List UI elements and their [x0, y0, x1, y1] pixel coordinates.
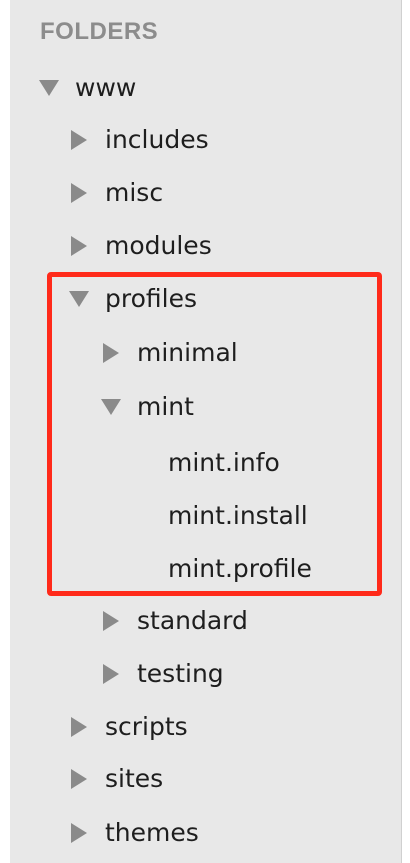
tree-item-minimal[interactable]: minimal — [98, 326, 238, 379]
disclosure-expanded-icon[interactable] — [66, 286, 92, 312]
tree-item-profiles[interactable]: profiles — [66, 272, 197, 325]
tree-item-includes[interactable]: includes — [66, 113, 209, 166]
tree-item-sites[interactable]: sites — [66, 752, 163, 805]
tree-item-label: themes — [105, 818, 199, 847]
tree-item-label: scripts — [105, 712, 188, 741]
disclosure-collapsed-icon[interactable] — [66, 233, 92, 259]
folders-sidebar: FOLDERS www includes misc modules profil… — [10, 0, 402, 863]
tree-item-mint-info[interactable]: mint.info — [168, 436, 280, 489]
tree-item-misc[interactable]: misc — [66, 166, 163, 219]
tree-item-mint-profile[interactable]: mint.profile — [168, 542, 312, 595]
tree-item-scripts[interactable]: scripts — [66, 700, 188, 753]
disclosure-collapsed-icon[interactable] — [66, 820, 92, 846]
tree-item-standard[interactable]: standard — [98, 594, 248, 647]
tree-item-www[interactable]: www — [36, 61, 136, 114]
disclosure-collapsed-icon[interactable] — [98, 608, 124, 634]
disclosure-collapsed-icon[interactable] — [66, 766, 92, 792]
disclosure-collapsed-icon[interactable] — [98, 340, 124, 366]
folders-header: FOLDERS — [40, 18, 159, 45]
tree-item-label: misc — [105, 178, 164, 207]
disclosure-expanded-icon[interactable] — [36, 75, 62, 101]
tree-item-modules[interactable]: modules — [66, 219, 212, 272]
tree-item-label: modules — [105, 231, 212, 260]
tree-item-label: standard — [137, 606, 248, 635]
tree-item-label: mint — [137, 392, 194, 421]
tree-item-label: www — [75, 73, 137, 102]
tree-item-label: testing — [137, 659, 224, 688]
file-label: mint.info — [168, 448, 280, 477]
file-label: mint.install — [168, 501, 308, 530]
disclosure-collapsed-icon[interactable] — [66, 180, 92, 206]
disclosure-collapsed-icon[interactable] — [66, 127, 92, 153]
file-label: mint.profile — [168, 554, 312, 583]
tree-item-label: profiles — [105, 284, 197, 313]
tree-item-mint-install[interactable]: mint.install — [168, 489, 308, 542]
tree-item-label: includes — [105, 125, 209, 154]
tree-item-testing[interactable]: testing — [98, 647, 224, 700]
tree-item-mint[interactable]: mint — [98, 380, 194, 433]
disclosure-collapsed-icon[interactable] — [66, 714, 92, 740]
tree-item-label: sites — [105, 764, 164, 793]
tree-item-themes[interactable]: themes — [66, 806, 199, 859]
disclosure-expanded-icon[interactable] — [98, 394, 124, 420]
tree-item-label: minimal — [137, 338, 238, 367]
disclosure-collapsed-icon[interactable] — [98, 661, 124, 687]
